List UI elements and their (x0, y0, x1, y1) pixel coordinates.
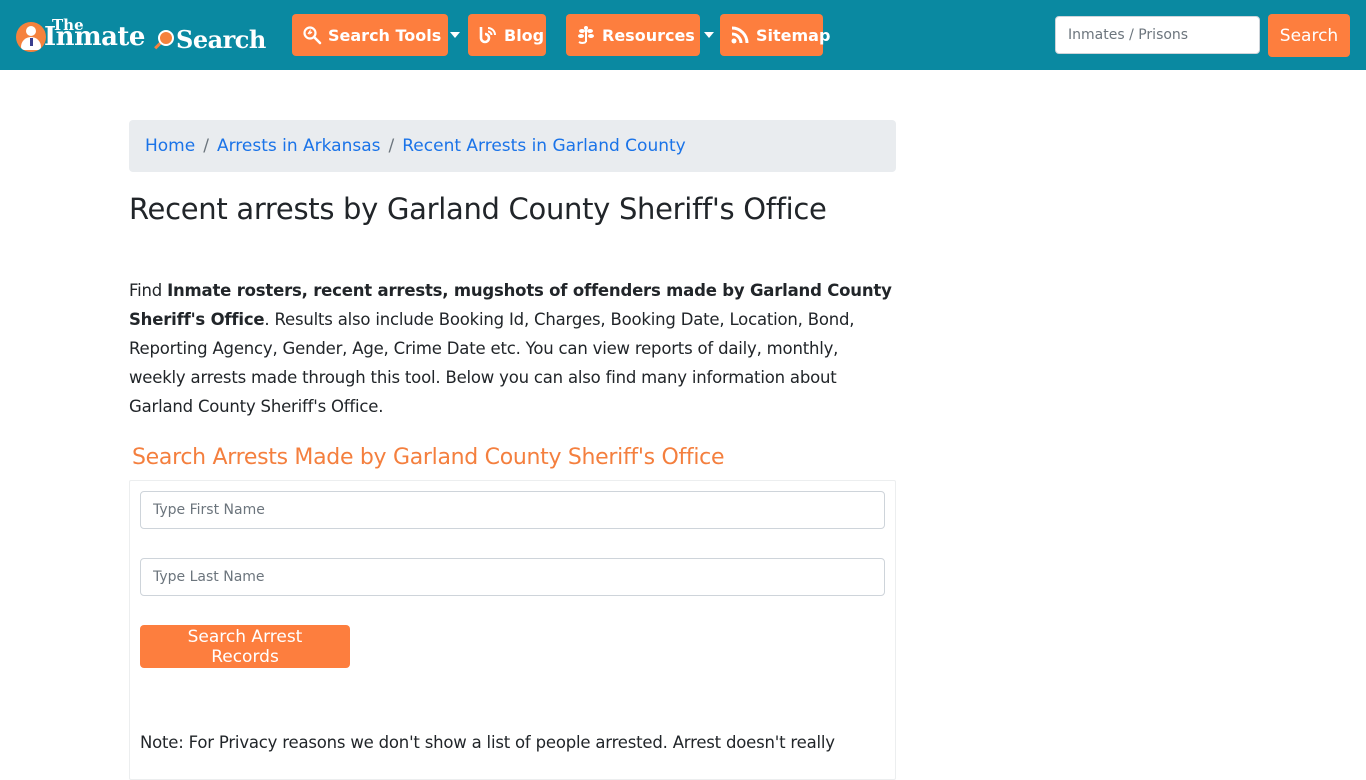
nav-blog-link[interactable]: Blog (468, 14, 546, 56)
privacy-note: Note: For Privacy reasons we don't show … (140, 733, 835, 752)
top-navbar: The Inmate Search Search Tools Blog Reso… (0, 0, 1366, 70)
breadcrumb-separator: / (203, 136, 209, 156)
breadcrumb-separator: / (388, 136, 395, 156)
blog-icon (478, 24, 498, 46)
inmate-avatar-icon (16, 22, 46, 52)
logo-text-search: Search (176, 25, 266, 54)
main-content: Home / Arrests in Arkansas / Recent Arre… (129, 120, 896, 780)
nav-blog-label: Blog (504, 25, 545, 45)
nav-sitemap-label: Sitemap (756, 25, 831, 45)
breadcrumb-recent-arrests-garland[interactable]: Recent Arrests in Garland County (402, 136, 685, 156)
inmates-prisons-search-input[interactable] (1055, 16, 1260, 54)
nav-resources-dropdown[interactable]: Resources (566, 14, 714, 56)
chevron-down-icon (450, 32, 461, 38)
intro-paragraph: Find Inmate rosters, recent arrests, mug… (129, 276, 896, 421)
leaf-icon (576, 24, 596, 46)
intro-prefix: Find (129, 281, 168, 300)
site-logo[interactable]: The Inmate Search (14, 14, 274, 58)
page-title: Recent arrests by Garland County Sheriff… (129, 192, 827, 226)
top-search-button[interactable]: Search (1268, 14, 1350, 57)
nav-search-tools-label: Search Tools (328, 25, 442, 45)
nav-resources-label: Resources (602, 25, 695, 45)
breadcrumb: Home / Arrests in Arkansas / Recent Arre… (129, 120, 896, 172)
chevron-down-icon (703, 32, 714, 38)
nav-sitemap-link[interactable]: Sitemap (720, 14, 830, 56)
search-arrest-records-button[interactable]: Search Arrest Records (140, 625, 350, 668)
search-arrests-heading: Search Arrests Made by Garland County Sh… (132, 445, 725, 470)
search-icon (302, 24, 322, 46)
magnifier-icon (158, 30, 174, 46)
logo-text-inmate: Inmate (44, 22, 145, 52)
rss-icon (730, 24, 750, 46)
arrest-search-form: Search Arrest Records Note: For Privacy … (129, 480, 896, 780)
breadcrumb-arrests-in-arkansas[interactable]: Arrests in Arkansas (217, 136, 381, 156)
first-name-input[interactable] (140, 491, 885, 529)
breadcrumb-home[interactable]: Home (145, 136, 195, 156)
last-name-input[interactable] (140, 558, 885, 596)
nav-search-tools-dropdown[interactable]: Search Tools (292, 14, 461, 56)
